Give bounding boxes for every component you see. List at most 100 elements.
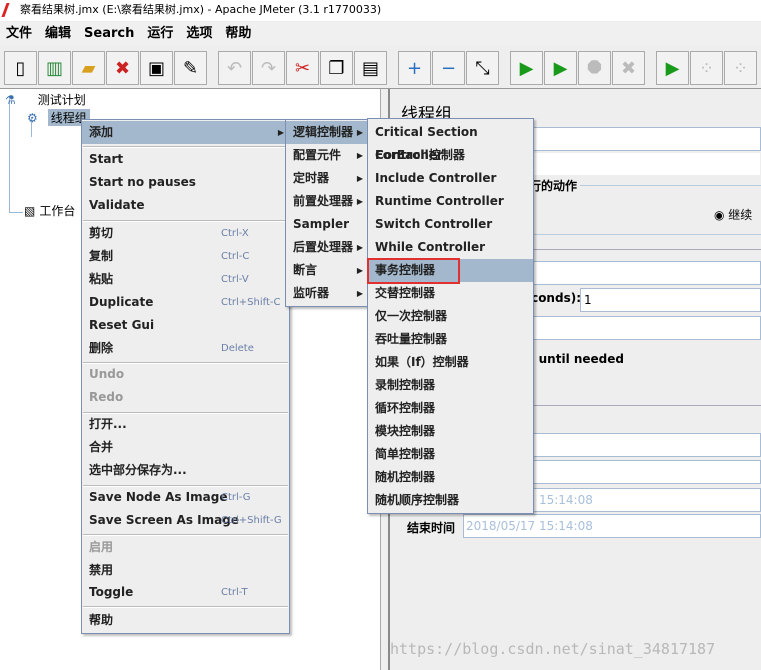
controller-item[interactable]: 随机控制器 (368, 466, 533, 489)
controller-item[interactable]: Switch Controller (368, 213, 533, 236)
submenu-item[interactable]: 监听器 ▶ (286, 282, 368, 305)
rampup-field[interactable]: 1 (580, 288, 761, 312)
controller-item[interactable]: 随机顺序控制器 (368, 489, 533, 512)
menu-item-start_no_pauses[interactable]: Start no pauses (82, 171, 289, 194)
controller-item[interactable]: Include Controller (368, 167, 533, 190)
submenu-item[interactable]: 前置处理器 ▶ (286, 190, 368, 213)
new-button[interactable]: ▯ (4, 51, 37, 85)
menu-item-label: Reset Gui (89, 318, 155, 332)
controller-item[interactable]: 简单控制器 (368, 443, 533, 466)
controller-item[interactable]: 仅一次控制器 (368, 305, 533, 328)
submenu-item[interactable]: 逻辑控制器 ▶ (286, 121, 368, 144)
submenu-item[interactable]: Sampler (286, 213, 368, 236)
copy-button[interactable]: ❐ (320, 51, 353, 85)
menu-item-toggle[interactable]: Toggle Ctrl-T (82, 581, 289, 604)
menu-item-open[interactable]: 打开... (82, 413, 289, 436)
start-button[interactable]: ▶ (510, 51, 543, 85)
menu-item-label: Sampler (293, 217, 350, 231)
menu-item-label: 交替控制器 (375, 286, 436, 300)
save-as-button[interactable]: ✎ (174, 51, 207, 85)
submenu-item[interactable]: 后置处理器 ▶ (286, 236, 368, 259)
menu-item-redo[interactable]: Redo (82, 386, 289, 409)
collapse-button[interactable]: − (432, 51, 465, 85)
window-title: 察看结果树.jmx (E:\察看结果树.jmx) - Apache JMeter… (20, 3, 382, 16)
menu-item-save_selection[interactable]: 选中部分保存为... (82, 459, 289, 482)
menu-search[interactable]: Search (84, 22, 134, 46)
submenu-item[interactable]: 定时器 ▶ (286, 167, 368, 190)
tree-label: 工作台 (39, 204, 76, 218)
controller-item[interactable]: ForEach控制器 (368, 144, 533, 167)
menu-item-enable[interactable]: 启用 (82, 536, 289, 559)
templates-button[interactable]: ▥ (38, 51, 71, 85)
submenu-item[interactable]: 配置元件 ▶ (286, 144, 368, 167)
stop-button[interactable]: ⯃ (578, 51, 611, 85)
remote-stop-all-icon: ⁘ (698, 57, 715, 79)
menu-item-add[interactable]: 添加 ▶ (82, 121, 289, 144)
remote-stop-all-button[interactable]: ⁘ (690, 51, 723, 85)
redo-button[interactable]: ↷ (252, 51, 285, 85)
save-button[interactable]: ▣ (140, 51, 173, 85)
expand-button[interactable]: + (398, 51, 431, 85)
close-button[interactable]: ✖ (106, 51, 139, 85)
expand-icon: + (406, 57, 423, 79)
menu-item-delete[interactable]: 删除 Delete (82, 337, 289, 360)
undo-icon: ↶ (226, 57, 243, 79)
menu-item-label: Save Screen As Image (89, 513, 239, 527)
menu-item-validate[interactable]: Validate (82, 194, 289, 217)
menu-item-cut[interactable]: 剪切 Ctrl-X (82, 222, 289, 245)
paste-button[interactable]: ▤ (354, 51, 387, 85)
controller-item[interactable]: 录制控制器 (368, 374, 533, 397)
menu-item-label: 删除 (89, 341, 114, 355)
start-no-pauses-button[interactable]: ▶ (544, 51, 577, 85)
controller-item[interactable]: 如果（If）控制器 (368, 351, 533, 374)
controller-item[interactable]: Runtime Controller (368, 190, 533, 213)
menu-item-disable[interactable]: 禁用 (82, 559, 289, 582)
tree-node-workbench[interactable]: ▧ 工作台 (24, 202, 75, 219)
end-time-field[interactable]: 2018/05/17 15:14:08 (463, 514, 761, 538)
menu-item-paste[interactable]: 粘贴 Ctrl-V (82, 268, 289, 291)
tree-node-test-plan[interactable]: ⚗ 测试计划 (5, 91, 86, 108)
controller-item[interactable]: 交替控制器 (368, 282, 533, 305)
workbench-icon: ▧ (24, 203, 36, 218)
menu-options[interactable]: 选项 (186, 22, 212, 46)
menu-run[interactable]: 运行 (147, 22, 173, 46)
menu-item-label: 粘贴 (89, 272, 114, 286)
submenu-item[interactable]: 断言 ▶ (286, 259, 368, 282)
remote-shutdown-all-button[interactable]: ⁘ (724, 51, 757, 85)
menu-item-save-node-image[interactable]: Save Node As Image Ctrl-G (82, 486, 289, 509)
menu-item-copy[interactable]: 复制 Ctrl-C (82, 245, 289, 268)
menu-item-label: 如果（If）控制器 (375, 355, 469, 369)
controller-item[interactable]: 吞吐量控制器 (368, 328, 533, 351)
menu-item-duplicate[interactable]: Duplicate Ctrl+Shift-C (82, 291, 289, 314)
menu-item-undo[interactable]: Undo (82, 363, 289, 386)
cut-button[interactable]: ✂ (286, 51, 319, 85)
start-no-pauses-icon: ▶ (553, 57, 568, 79)
remote-start-all-button[interactable]: ▶ (656, 51, 689, 85)
context-menu: 添加 ▶ Start Start no pauses Validate 剪切 Ctrl-X 复… (81, 119, 290, 634)
menu-item-label: Toggle (89, 585, 134, 599)
remote-start-all-icon: ▶ (665, 57, 680, 79)
controller-item[interactable]: While Controller (368, 236, 533, 259)
menu-item-help[interactable]: 帮助 (82, 609, 289, 632)
menu-item-label: Switch Controller (375, 217, 493, 231)
menu-item-label: Start no pauses (89, 175, 196, 189)
menu-edit[interactable]: 编辑 (45, 22, 71, 46)
shutdown-button[interactable]: ✖ (612, 51, 645, 85)
menu-item-merge[interactable]: 合并 (82, 436, 289, 459)
menu-item-label: 选中部分保存为... (89, 463, 187, 477)
save-icon: ▣ (147, 57, 165, 79)
continue-radio[interactable]: ◉ 继续 (714, 206, 752, 223)
controller-item[interactable]: Critical Section Controller (368, 121, 533, 162)
undo-button[interactable]: ↶ (218, 51, 251, 85)
menu-item-save-screen-image[interactable]: Save Screen As Image Ctrl+Shift-G (82, 509, 289, 532)
controller-item[interactable]: 循环控制器 (368, 397, 533, 420)
remote-shutdown-all-icon: ⁘ (732, 57, 749, 79)
menu-item-start[interactable]: Start (82, 148, 289, 171)
open-button[interactable]: ▰ (72, 51, 105, 85)
menu-item-label: Duplicate (89, 295, 154, 309)
menu-help[interactable]: 帮助 (225, 22, 251, 46)
menu-file[interactable]: 文件 (6, 22, 32, 46)
controller-item[interactable]: 模块控制器 (368, 420, 533, 443)
toggle-button[interactable]: ⤡ (466, 51, 499, 85)
menu-item-reset_gui[interactable]: Reset Gui (82, 314, 289, 337)
